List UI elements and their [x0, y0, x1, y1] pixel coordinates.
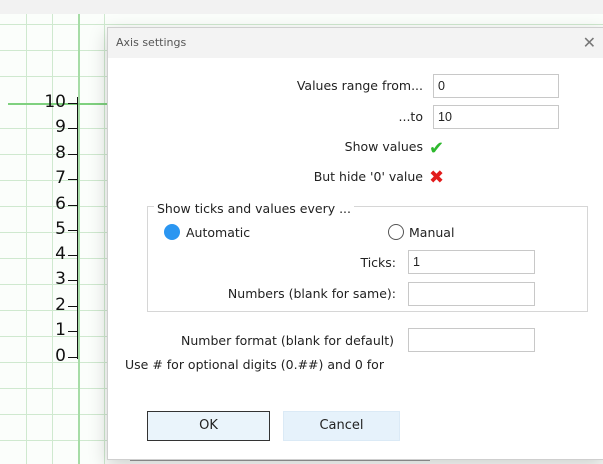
tick-mark: [68, 179, 78, 180]
tick-mark: [68, 154, 78, 155]
tick-mark: [68, 306, 78, 307]
ticks-group-legend: Show ticks and values every ...: [154, 201, 355, 216]
tick-label-10: 10: [44, 92, 66, 112]
show-values-label[interactable]: Show values: [345, 139, 423, 154]
tick-mark: [68, 205, 78, 206]
hide-zero-label[interactable]: But hide '0' value: [314, 169, 423, 184]
axis-settings-dialog: Axis settings ✕ Values range from... ...…: [107, 27, 603, 460]
grid-line: [52, 14, 53, 464]
cancel-button[interactable]: Cancel: [283, 411, 400, 441]
number-format-input[interactable]: [408, 328, 535, 352]
tick-mark: [68, 280, 78, 281]
range-to-input[interactable]: [433, 105, 559, 129]
number-format-label: Number format (blank for default): [181, 333, 394, 348]
format-hint-text: Use # for optional digits (0.##) and 0 f…: [125, 357, 384, 372]
tick-label-5: 5: [55, 219, 66, 239]
numbers-input[interactable]: [408, 282, 535, 306]
y-axis-line: [77, 97, 78, 359]
numbers-label: Numbers (blank for same):: [227, 286, 396, 301]
tick-label-1: 1: [55, 320, 66, 340]
grid-line: [104, 14, 105, 464]
ok-button[interactable]: OK: [147, 411, 270, 441]
ticks-input[interactable]: [408, 250, 535, 274]
range-from-input[interactable]: [433, 74, 559, 98]
tick-label-8: 8: [55, 143, 66, 163]
tick-mark: [68, 357, 78, 358]
automatic-radio[interactable]: [164, 224, 180, 240]
cross-icon[interactable]: ✖: [429, 167, 444, 188]
tick-mark: [68, 230, 78, 231]
close-icon[interactable]: ✕: [583, 33, 596, 52]
grid-line: [26, 14, 27, 464]
tick-label-6: 6: [55, 194, 66, 214]
tick-label-7: 7: [55, 168, 66, 188]
tick-mark: [68, 255, 78, 256]
to-label: ...to: [398, 109, 423, 124]
check-icon[interactable]: ✔: [429, 138, 444, 159]
manual-label[interactable]: Manual: [409, 225, 454, 240]
manual-radio[interactable]: [388, 224, 404, 240]
tick-label-4: 4: [55, 244, 66, 264]
tick-mark: [68, 128, 78, 129]
green-axis-line: [78, 14, 80, 464]
tick-mark: [68, 103, 78, 104]
tick-label-3: 3: [55, 269, 66, 289]
ticks-label: Ticks:: [360, 255, 396, 270]
tick-mark: [68, 331, 78, 332]
top-strip: [0, 0, 603, 14]
grid-line: [0, 24, 603, 25]
dialog-titlebar: Axis settings ✕: [108, 28, 603, 58]
tick-label-9: 9: [55, 117, 66, 137]
automatic-label[interactable]: Automatic: [186, 225, 250, 240]
dialog-title: Axis settings: [116, 36, 187, 49]
tick-label-0: 0: [55, 346, 66, 366]
tick-label-2: 2: [55, 295, 66, 315]
values-range-label: Values range from...: [296, 78, 423, 93]
